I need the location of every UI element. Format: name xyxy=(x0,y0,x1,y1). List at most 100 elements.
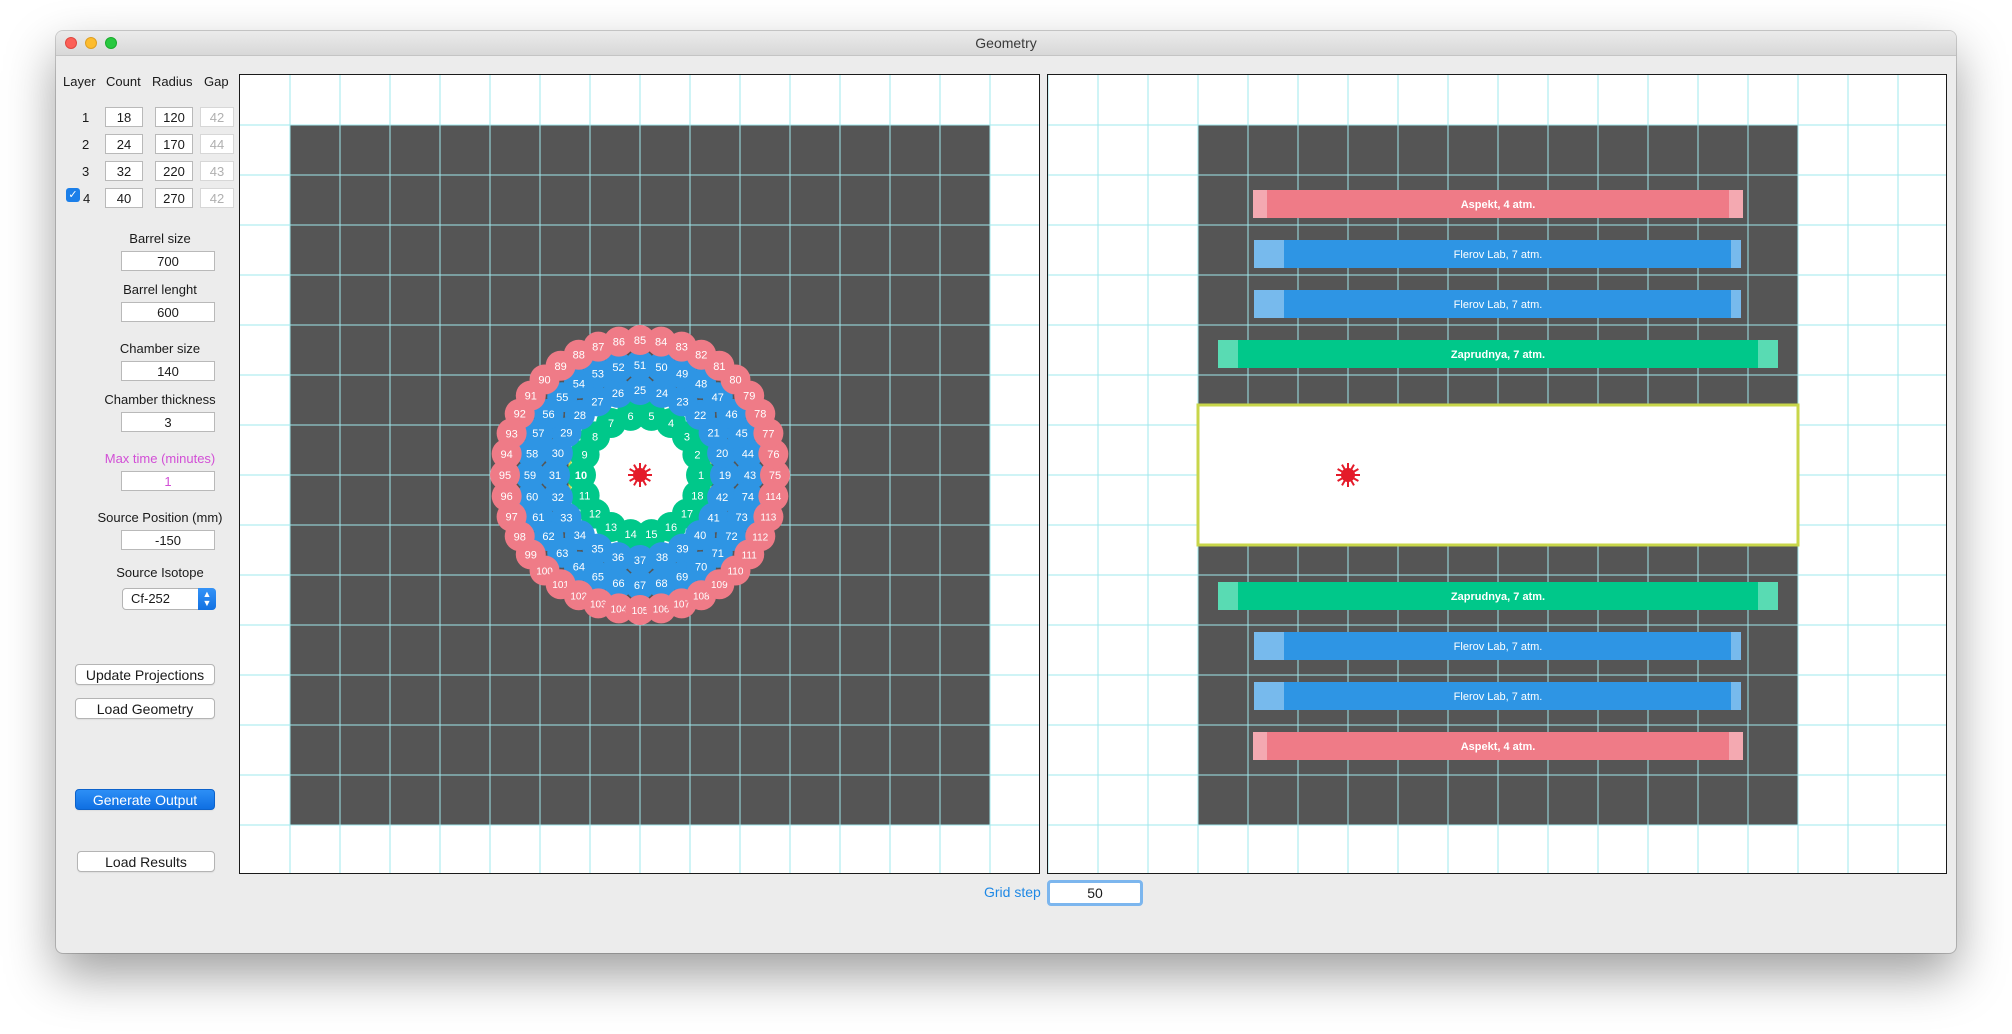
counter-number: 56 xyxy=(542,409,554,421)
layer-number: 1 xyxy=(82,110,90,125)
counter-number: 48 xyxy=(695,379,707,391)
counter-number: 17 xyxy=(681,509,693,521)
source-position-field[interactable] xyxy=(121,530,215,550)
counter-number: 44 xyxy=(742,449,754,461)
barrel-size-field[interactable] xyxy=(121,251,215,271)
detector-bar[interactable]: Flerov Lab, 7 atm. xyxy=(1254,632,1741,660)
header-layer: Layer xyxy=(63,74,96,89)
counter-number: 8 xyxy=(592,431,598,443)
chamber-thickness-label: Chamber thickness xyxy=(104,392,216,407)
counter-number: 18 xyxy=(691,491,703,503)
cross-section-view[interactable]: 1 2 3 4 5 6 7 8 9 10 11 12 13 14 15 16 17 18 19 20 21 22 23 24 2… xyxy=(239,74,1040,874)
counter-number: 21 xyxy=(707,428,719,440)
counter-number: 87 xyxy=(592,342,604,354)
counter-number: 78 xyxy=(754,409,766,421)
counter-number: 29 xyxy=(560,428,572,440)
counter-number: 96 xyxy=(501,491,513,503)
counter-number: 10 xyxy=(575,470,587,482)
counter-number: 69 xyxy=(676,572,688,584)
counter-number: 45 xyxy=(736,428,748,440)
counter-number: 114 xyxy=(765,492,781,503)
source-isotope-select[interactable]: Cf-252 ▲ ▼ xyxy=(122,588,216,610)
counter-number: 28 xyxy=(574,410,586,422)
counter-number: 31 xyxy=(549,470,561,482)
counter-number: 24 xyxy=(656,388,668,400)
detector-bar[interactable]: Zaprudnya, 7 atm. xyxy=(1218,340,1778,368)
counter-tube[interactable]: 114 xyxy=(758,481,789,512)
header-gap: Gap xyxy=(204,74,229,89)
counter-number: 3 xyxy=(684,431,690,443)
layer-radius-field[interactable] xyxy=(155,161,193,181)
layer-enable-checkbox[interactable]: ✓ xyxy=(66,188,80,202)
layer-radius-field[interactable] xyxy=(155,188,193,208)
counter-number: 67 xyxy=(634,580,646,592)
counter-number: 68 xyxy=(655,578,667,590)
counter-number: 40 xyxy=(694,530,706,542)
header-radius: Radius xyxy=(152,74,193,89)
counter-number: 59 xyxy=(524,470,536,482)
counter-number: 75 xyxy=(769,470,781,482)
counter-number: 5 xyxy=(648,411,654,423)
load-results-button[interactable]: Load Results xyxy=(77,851,215,872)
counter-number: 27 xyxy=(591,396,603,408)
chevron-up-down-icon: ▲ ▼ xyxy=(198,588,216,610)
counter-number: 110 xyxy=(727,566,743,577)
max-time-field[interactable] xyxy=(121,471,215,491)
layer-gap-field xyxy=(200,134,234,154)
layer-count-field[interactable] xyxy=(105,161,143,181)
counter-number: 52 xyxy=(612,362,624,374)
update-projections-button[interactable]: Update Projections xyxy=(75,664,215,685)
layer-radius-field[interactable] xyxy=(155,134,193,154)
counter-number: 35 xyxy=(591,544,603,556)
barrel-length-field[interactable] xyxy=(121,302,215,322)
detector-bar[interactable]: Zaprudnya, 7 atm. xyxy=(1218,582,1778,610)
counter-number: 16 xyxy=(665,522,677,534)
detector-bar[interactable]: Flerov Lab, 7 atm. xyxy=(1254,290,1741,318)
counter-number: 72 xyxy=(725,531,737,543)
counter-number: 14 xyxy=(624,529,636,541)
load-geometry-button[interactable]: Load Geometry xyxy=(75,698,215,719)
layer-number: 3 xyxy=(82,164,90,179)
counter-number: 38 xyxy=(656,552,668,564)
counter-number: 39 xyxy=(676,544,688,556)
layer-gap-field xyxy=(200,161,234,181)
layer-radius-field[interactable] xyxy=(155,107,193,127)
counter-number: 113 xyxy=(760,513,776,524)
counter-number: 112 xyxy=(752,532,768,543)
layer-gap-field xyxy=(200,188,234,208)
window-title: Geometry xyxy=(975,35,1037,51)
detector-bar[interactable]: Aspekt, 4 atm. xyxy=(1253,732,1743,760)
detector-label: Aspekt, 4 atm. xyxy=(1461,741,1536,753)
chamber-size-label: Chamber size xyxy=(119,341,201,356)
geometry-window: Geometry Layer Count Radius Gap 1 2 3 ✓ … xyxy=(56,31,1956,953)
chamber-thickness-field[interactable] xyxy=(121,412,215,432)
counter-number: 19 xyxy=(719,470,731,482)
detector-label: Flerov Lab, 7 atm. xyxy=(1454,641,1543,653)
side-view[interactable]: Aspekt, 4 atm. Flerov Lab, 7 atm. Flerov L… xyxy=(1047,74,1947,874)
counter-number: 54 xyxy=(573,379,585,391)
barrel-size-label: Barrel size xyxy=(129,231,191,246)
layer-count-field[interactable] xyxy=(105,134,143,154)
counter-number: 37 xyxy=(634,555,646,567)
counter-number: 43 xyxy=(744,470,756,482)
counter-number: 57 xyxy=(532,428,544,440)
counter-number: 85 xyxy=(634,335,646,347)
detector-bar[interactable]: Flerov Lab, 7 atm. xyxy=(1254,240,1741,268)
counter-number: 77 xyxy=(762,428,774,440)
counter-number: 83 xyxy=(676,342,688,354)
counter-number: 65 xyxy=(592,572,604,584)
layer-gap-field xyxy=(200,107,234,127)
detector-bar[interactable]: Flerov Lab, 7 atm. xyxy=(1254,682,1741,710)
grid-step-input[interactable] xyxy=(1047,880,1143,906)
counter-number: 36 xyxy=(612,552,624,564)
counter-number: 74 xyxy=(742,491,754,503)
layer-count-field[interactable] xyxy=(105,188,143,208)
counter-number: 111 xyxy=(742,550,758,561)
chamber-size-field[interactable] xyxy=(121,361,215,381)
counter-number: 2 xyxy=(694,449,700,461)
counter-number: 81 xyxy=(713,361,725,373)
layer-count-field[interactable] xyxy=(105,107,143,127)
generate-output-button[interactable]: Generate Output xyxy=(75,789,215,810)
header-count: Count xyxy=(106,74,141,89)
detector-bar[interactable]: Aspekt, 4 atm. xyxy=(1253,190,1743,218)
